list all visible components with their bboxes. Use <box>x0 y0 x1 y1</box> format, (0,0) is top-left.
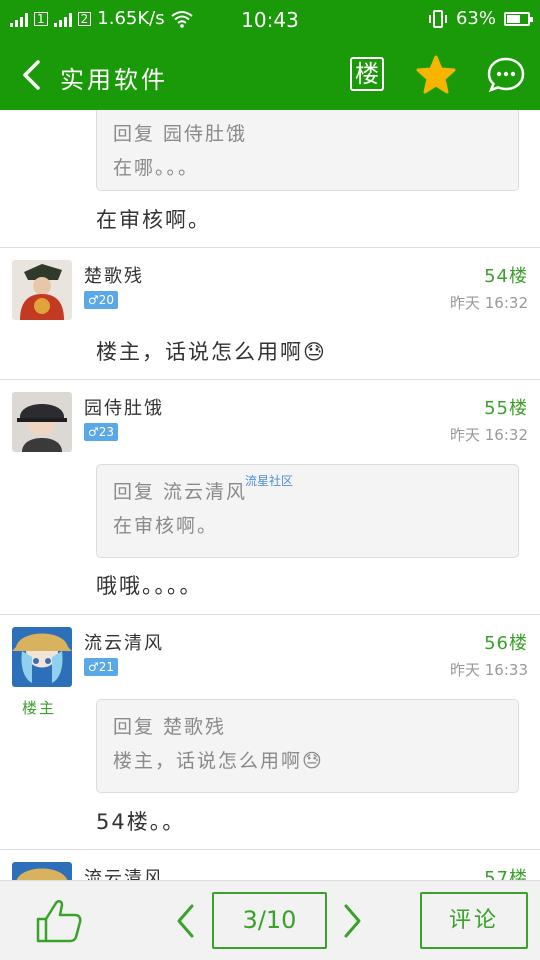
post-time: 昨天 16:32 <box>450 426 528 444</box>
floor-number: 56楼 <box>484 633 528 654</box>
gender-age-badge: ♂23 <box>84 423 119 441</box>
vibrate-icon <box>428 9 447 28</box>
avatar[interactable] <box>12 392 72 452</box>
quote-line: 回复 流云清风 <box>113 481 248 503</box>
comment-list[interactable]: 回复 园侍肚饿 在哪。。。 在审核啊。 楚歌残 ♂20 54楼 昨天 16:32… <box>0 110 540 880</box>
quote-line: 回复 楚歌残 <box>113 716 227 738</box>
reply-text: 在审核啊。 <box>96 208 211 232</box>
gender-age-badge: ♂21 <box>84 658 119 676</box>
owner-badge: 楼主 <box>22 699 57 717</box>
quote-line: 在哪。。。 <box>113 157 200 179</box>
battery-percent: 63% <box>455 8 496 29</box>
reply-text: 54楼。。 <box>96 810 186 834</box>
floor-number: 55楼 <box>484 398 528 419</box>
avatar[interactable] <box>12 862 72 880</box>
floor-number: 54楼 <box>484 266 528 287</box>
quoted-reply: 回复 流云清风 在审核啊。 <box>96 464 519 558</box>
floor-number: 57楼 <box>484 868 528 880</box>
battery-icon <box>504 11 533 26</box>
quoted-reply: 回复 楚歌残 楼主，话说怎么用啊😓 <box>96 699 519 793</box>
username[interactable]: 楚歌残 <box>84 262 144 288</box>
thumbs-up-icon[interactable] <box>34 897 84 945</box>
username[interactable]: 流云清风 <box>84 864 164 880</box>
title-bar: 实用软件 楼 <box>0 40 540 110</box>
post-time: 昨天 16:33 <box>450 661 528 679</box>
avatar[interactable] <box>12 260 72 320</box>
comment-bubble-icon[interactable] <box>486 55 526 95</box>
divider <box>0 614 540 615</box>
next-page-icon[interactable] <box>340 903 364 939</box>
post-time: 昨天 16:32 <box>450 294 528 312</box>
divider <box>0 247 540 248</box>
quote-line: 回复 园侍肚饿 <box>113 123 248 145</box>
divider <box>0 379 540 380</box>
status-bar: 1 2 1.65K/s 10:43 63% <box>0 0 540 40</box>
bottom-bar: 3/10 评论 <box>0 880 540 960</box>
prev-page-icon[interactable] <box>174 903 198 939</box>
page-title: 实用软件 <box>60 66 168 94</box>
quote-line: 在审核啊。 <box>113 515 219 537</box>
back-arrow-icon[interactable] <box>18 58 48 92</box>
avatar[interactable] <box>12 627 72 687</box>
quoted-reply: 回复 园侍肚饿 在哪。。。 <box>96 110 519 191</box>
quote-line: 楼主，话说怎么用啊😓 <box>113 750 324 772</box>
divider <box>0 849 540 850</box>
comment-button[interactable]: 评论 <box>420 892 528 949</box>
favorite-star-icon[interactable] <box>415 54 457 96</box>
reply-text: 楼主，话说怎么用啊😓 <box>96 340 327 364</box>
gender-age-badge: ♂20 <box>84 291 119 309</box>
watermark: 流星社区 <box>245 474 294 488</box>
username[interactable]: 流云清风 <box>84 629 164 655</box>
reply-text: 哦哦。。。。 <box>96 574 203 598</box>
page-indicator[interactable]: 3/10 <box>212 892 327 949</box>
username[interactable]: 园侍肚饿 <box>84 394 164 420</box>
floor-jump-button[interactable]: 楼 <box>350 57 384 91</box>
